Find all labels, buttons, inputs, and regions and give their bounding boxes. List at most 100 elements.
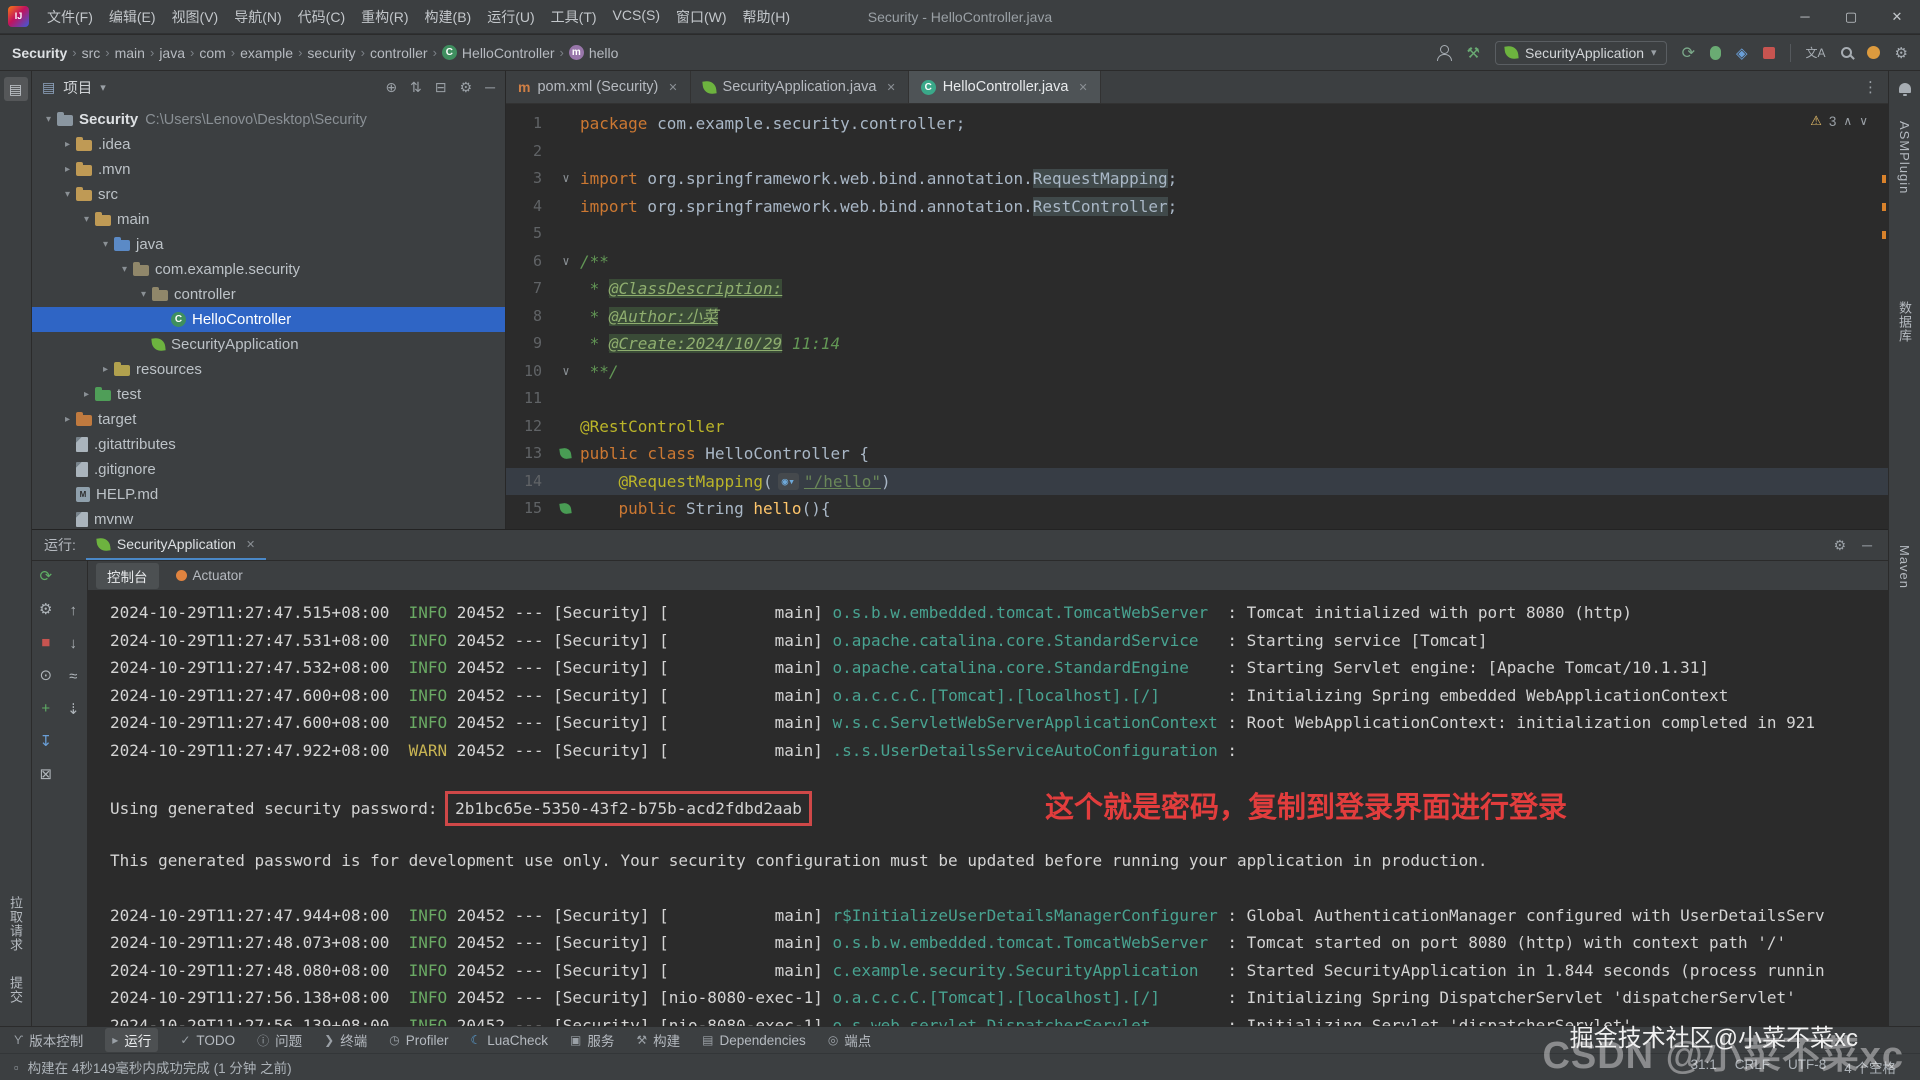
toolwindow-button-build[interactable]: ⚒构建: [636, 1030, 680, 1050]
menu-item[interactable]: 视图(V): [164, 4, 227, 30]
breadcrumb-item[interactable]: controller: [370, 45, 428, 61]
tree-item-resources[interactable]: ▸resources: [32, 357, 505, 382]
menu-item[interactable]: 重构(R): [353, 4, 416, 30]
scroll-to-end-icon[interactable]: ⇣: [67, 702, 80, 718]
close-tab-icon[interactable]: ✕: [886, 81, 895, 94]
right-strip-label[interactable]: 数据库: [1895, 301, 1914, 343]
run-settings-gear-icon[interactable]: ⚙: [1834, 537, 1847, 554]
breadcrumb-item[interactable]: main: [115, 45, 145, 61]
tree-item-com-example-security[interactable]: ▾com.example.security: [32, 257, 505, 282]
tree-item--gitattributes[interactable]: .gitattributes: [32, 432, 505, 457]
toolwindow-button-version-control[interactable]: ϒ版本控制: [14, 1030, 83, 1050]
toolwindow-corner-icon[interactable]: ▫: [14, 1060, 19, 1075]
expand-all-icon[interactable]: ⇅: [410, 79, 422, 96]
tree-item-mvnw[interactable]: mvnw: [32, 507, 505, 529]
prev-problem-icon[interactable]: ∧: [1843, 114, 1852, 128]
maximize-button[interactable]: ▢: [1828, 0, 1874, 34]
toolwindow-button-problems[interactable]: ⓘ问题: [257, 1030, 302, 1050]
locate-file-icon[interactable]: ⊕: [385, 79, 397, 96]
tree-item-hellocontroller[interactable]: CHelloController: [32, 307, 505, 332]
menu-item[interactable]: 帮助(H): [735, 4, 798, 30]
tree-item-controller[interactable]: ▾controller: [32, 282, 505, 307]
hide-panel-icon[interactable]: ─: [485, 79, 495, 96]
update-notification-icon[interactable]: [1867, 46, 1880, 59]
console-tab[interactable]: Actuator: [165, 565, 254, 586]
clear-all-icon[interactable]: ⊠: [39, 767, 52, 783]
spring-bean-gutter-icon[interactable]: [559, 447, 571, 459]
rerun-application-button[interactable]: ⟳: [1682, 43, 1695, 63]
next-problem-icon[interactable]: ∨: [1859, 114, 1868, 128]
toolwindow-button-profiler[interactable]: ◷Profiler: [389, 1033, 448, 1048]
console-output[interactable]: 2024-10-29T11:27:47.515+08:00 INFO 20452…: [88, 591, 1888, 1026]
tree-item-target[interactable]: ▸target: [32, 407, 505, 432]
menu-item[interactable]: 构建(B): [417, 4, 480, 30]
menu-item[interactable]: 导航(N): [226, 4, 289, 30]
edit-configuration-icon[interactable]: ⚙: [39, 602, 52, 618]
panel-settings-icon[interactable]: ⚙: [460, 79, 473, 96]
console-tab[interactable]: 控制台: [96, 563, 159, 589]
notifications-bell-icon[interactable]: [1899, 83, 1911, 93]
screenshot-icon[interactable]: ⊙: [39, 668, 52, 684]
breadcrumb-item[interactable]: src: [82, 45, 101, 61]
soft-wrap-icon[interactable]: ≈: [69, 669, 77, 685]
menu-item[interactable]: 文件(F): [39, 4, 101, 30]
stop-icon[interactable]: ■: [41, 635, 50, 651]
rerun-icon[interactable]: ⟳: [39, 569, 52, 585]
left-strip-label[interactable]: 拉取请求: [6, 896, 25, 952]
collapse-all-icon[interactable]: ⊟: [435, 79, 447, 96]
user-profile-icon[interactable]: [1436, 45, 1452, 61]
tree-item-test[interactable]: ▸test: [32, 382, 505, 407]
breadcrumb-item[interactable]: com: [199, 45, 225, 61]
breadcrumb-item[interactable]: example: [240, 45, 293, 61]
minimize-panel-icon[interactable]: ─: [1862, 537, 1872, 554]
close-tab-icon[interactable]: ✕: [246, 538, 255, 551]
project-tool-button[interactable]: ▤: [4, 77, 28, 101]
toolwindow-button-services[interactable]: ▣服务: [570, 1030, 614, 1050]
menu-item[interactable]: 运行(U): [479, 4, 542, 30]
tree-item--gitignore[interactable]: .gitignore: [32, 457, 505, 482]
inspections-widget[interactable]: ⚠ 3 ∧ ∨: [1810, 113, 1868, 129]
search-everywhere-icon[interactable]: [1841, 47, 1852, 58]
tree-item-java[interactable]: ▾java: [32, 232, 505, 257]
editor-tab[interactable]: mpom.xml (Security)✕: [506, 71, 691, 103]
menu-item[interactable]: 代码(C): [290, 4, 353, 30]
breadcrumb-item[interactable]: mhello: [569, 45, 619, 61]
project-view-chevron-icon[interactable]: ▾: [100, 81, 106, 94]
close-tab-icon[interactable]: ✕: [1078, 81, 1087, 94]
toolwindow-button-endpoints[interactable]: ◎端点: [828, 1030, 871, 1050]
toolwindow-button-run[interactable]: ▸运行: [105, 1028, 158, 1052]
debug-bug-icon[interactable]: [1710, 46, 1721, 60]
code-area[interactable]: 1package com.example.security.controller…: [506, 104, 1888, 529]
toolwindow-button-luacheck[interactable]: ☾LuaCheck: [470, 1033, 548, 1048]
right-strip-label[interactable]: Maven: [1897, 545, 1912, 589]
tree-item-src[interactable]: ▾src: [32, 182, 505, 207]
dump-threads-icon[interactable]: ↧: [39, 734, 52, 750]
toolwindow-button-dependencies[interactable]: ▤Dependencies: [702, 1033, 806, 1048]
tree-item-security[interactable]: ▾SecurityC:\Users\Lenovo\Desktop\Securit…: [32, 107, 505, 132]
coverage-icon[interactable]: ◈: [1736, 44, 1748, 62]
tree-item-help-md[interactable]: MHELP.md: [32, 482, 505, 507]
tree-item--idea[interactable]: ▸.idea: [32, 132, 505, 157]
right-strip-label[interactable]: ASMPlugin: [1897, 121, 1912, 194]
toolwindow-button-terminal[interactable]: ❯终端: [324, 1030, 367, 1050]
spring-bean-gutter-icon[interactable]: [559, 502, 571, 514]
tree-item-main[interactable]: ▾main: [32, 207, 505, 232]
down-stack-trace-icon[interactable]: ↓: [70, 636, 78, 652]
tab-options-icon[interactable]: ⋮: [1863, 78, 1878, 96]
run-config-selector[interactable]: SecurityApplication ▾: [1495, 41, 1667, 65]
menu-item[interactable]: 编辑(E): [101, 4, 164, 30]
editor-tab[interactable]: CHelloController.java✕: [909, 71, 1101, 103]
settings-gear-icon[interactable]: ⚙: [1895, 44, 1908, 62]
stop-button[interactable]: [1763, 47, 1775, 59]
editor-tab[interactable]: SecurityApplication.java✕: [691, 71, 909, 103]
run-tab[interactable]: SecurityApplication ✕: [86, 530, 266, 560]
breadcrumb-item[interactable]: java: [159, 45, 185, 61]
close-tab-icon[interactable]: ✕: [668, 81, 677, 94]
breadcrumb-item[interactable]: CHelloController: [442, 45, 555, 61]
breadcrumb-item[interactable]: security: [307, 45, 355, 61]
build-hammer-icon[interactable]: ⚒: [1467, 44, 1480, 62]
left-strip-label[interactable]: 提交: [6, 976, 25, 1004]
tree-item-securityapplication[interactable]: SecurityApplication: [32, 332, 505, 357]
coverage-icon[interactable]: +: [41, 701, 50, 717]
up-stack-trace-icon[interactable]: ↑: [70, 603, 78, 619]
